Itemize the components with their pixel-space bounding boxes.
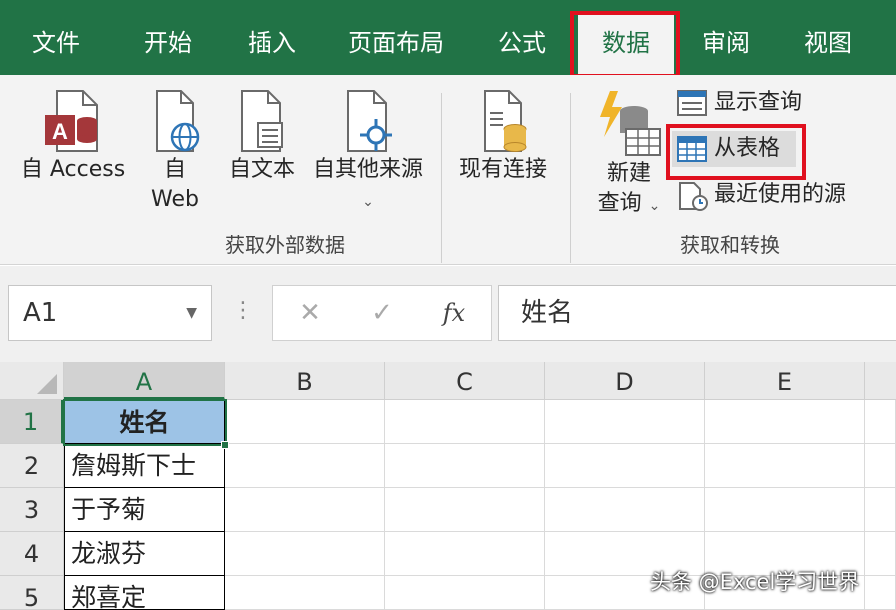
cell-b1[interactable] <box>225 400 385 444</box>
column-header-d[interactable]: D <box>545 362 705 400</box>
formula-input[interactable]: 姓名 <box>498 285 896 341</box>
chevron-down-icon: ⌄ <box>362 194 374 210</box>
cell-a5[interactable]: 郑喜定 <box>64 576 225 610</box>
from-web-button[interactable]: 自 Web <box>142 89 208 215</box>
show-queries-label: 显示查询 <box>714 90 803 115</box>
from-other-sources-label: 自其他来源 <box>312 157 423 182</box>
column-header-b[interactable]: B <box>225 362 385 400</box>
existing-connections-label: 现有连接 <box>458 157 547 182</box>
ribbon-tab-bar: 文件 开始 插入 页面布局 公式 数据 审阅 视图 <box>0 0 896 75</box>
from-web-label-1: 自 <box>163 157 186 182</box>
name-box[interactable]: A1 ▼ <box>8 285 212 341</box>
cell-c2[interactable] <box>385 444 545 488</box>
new-query-button[interactable]: 新建 查询 ⌄ <box>590 89 668 221</box>
tab-view[interactable]: 视图 <box>782 0 874 75</box>
column-header-e[interactable]: E <box>705 362 865 400</box>
cell-c4[interactable] <box>385 532 545 576</box>
from-other-sources-button[interactable]: 自其他来源 ⌄ <box>306 89 430 217</box>
tab-insert[interactable]: 插入 <box>226 0 318 75</box>
cell-b5[interactable] <box>225 576 385 610</box>
group-label-get-and-transform: 获取和转换 <box>680 233 780 257</box>
insert-function-icon[interactable]: fx <box>429 286 479 340</box>
watermark: 头条 @Excel学习世界 <box>650 570 860 594</box>
row-header-5[interactable]: 5 <box>0 576 64 610</box>
tab-page-layout[interactable]: 页面布局 <box>334 0 458 75</box>
from-text-button[interactable]: 自文本 <box>222 89 302 185</box>
group-separator <box>570 93 571 263</box>
from-table-button[interactable]: 从表格 <box>672 131 796 167</box>
formula-bar: A1 ▼ ⋮ ✕ ✓ fx 姓名 <box>0 266 896 362</box>
tab-data[interactable]: 数据 <box>578 12 674 75</box>
show-queries-icon <box>677 90 707 116</box>
cell-c1[interactable] <box>385 400 545 444</box>
splitter-handle[interactable]: ⋮ <box>232 298 254 323</box>
access-file-icon: A <box>45 90 98 152</box>
tab-review[interactable]: 审阅 <box>680 0 772 75</box>
group-label-get-external-data: 获取外部数据 <box>225 233 345 257</box>
recent-sources-icon <box>679 182 708 211</box>
web-file-icon <box>156 90 200 152</box>
table-icon <box>677 136 707 162</box>
ribbon-data: A 自 Access 自 Web 自文本 自其他来源 ⌄ 获取外部数据 现有连接… <box>0 75 896 265</box>
recent-sources-label: 最近使用的源 <box>714 182 847 207</box>
chevron-down-icon[interactable]: ▼ <box>186 286 197 340</box>
enter-icon[interactable]: ✓ <box>357 286 407 340</box>
existing-connections-icon <box>484 90 527 152</box>
row-header-3[interactable]: 3 <box>0 488 64 532</box>
fill-handle[interactable] <box>221 441 229 449</box>
cell-f5[interactable] <box>865 576 896 610</box>
cell-e1[interactable] <box>705 400 865 444</box>
column-header-f[interactable] <box>865 362 896 400</box>
from-web-label-2: Web <box>151 187 199 212</box>
cell-a4[interactable]: 龙淑芬 <box>64 532 225 576</box>
from-table-label: 从表格 <box>714 136 781 161</box>
tab-file[interactable]: 文件 <box>10 0 102 75</box>
show-queries-button[interactable]: 显示查询 <box>672 85 802 121</box>
text-file-icon <box>241 90 283 152</box>
chevron-down-icon: ⌄ <box>648 198 661 214</box>
tab-home[interactable]: 开始 <box>122 0 214 75</box>
cell-d1[interactable] <box>545 400 705 444</box>
cell-f1[interactable] <box>865 400 896 444</box>
select-all-button[interactable] <box>0 362 64 400</box>
tab-formulas[interactable]: 公式 <box>476 0 568 75</box>
from-access-button[interactable]: A 自 Access <box>14 89 132 185</box>
cancel-icon[interactable]: ✕ <box>285 286 335 340</box>
cell-a3[interactable]: 于予菊 <box>64 488 225 532</box>
cell-c3[interactable] <box>385 488 545 532</box>
existing-connections-button[interactable]: 现有连接 <box>448 89 558 185</box>
row-header-4[interactable]: 4 <box>0 532 64 576</box>
from-text-label: 自文本 <box>228 157 295 182</box>
select-all-icon <box>37 374 57 394</box>
new-query-label-1: 新建 <box>606 161 651 186</box>
cell-e3[interactable] <box>705 488 865 532</box>
recent-sources-button[interactable]: 最近使用的源 <box>672 177 846 213</box>
new-query-icon <box>600 91 661 156</box>
cell-f3[interactable] <box>865 488 896 532</box>
cell-b3[interactable] <box>225 488 385 532</box>
cell-c5[interactable] <box>385 576 545 610</box>
cell-d3[interactable] <box>545 488 705 532</box>
name-box-value: A1 <box>23 298 58 328</box>
row-header-2[interactable]: 2 <box>0 444 64 488</box>
cell-a1[interactable]: 姓名 <box>64 400 225 444</box>
column-header-a[interactable]: A <box>64 362 225 400</box>
row-header-1[interactable]: 1 <box>0 400 64 444</box>
group-separator <box>441 93 442 263</box>
cell-e2[interactable] <box>705 444 865 488</box>
cell-f2[interactable] <box>865 444 896 488</box>
formula-buttons: ✕ ✓ fx <box>272 285 492 341</box>
cell-a2[interactable]: 詹姆斯下士 <box>64 444 225 488</box>
from-access-label: 自 Access <box>20 157 126 182</box>
svg-text:A: A <box>52 119 68 144</box>
cell-d2[interactable] <box>545 444 705 488</box>
cell-b4[interactable] <box>225 532 385 576</box>
other-sources-file-icon <box>347 90 392 152</box>
cell-f4[interactable] <box>865 532 896 576</box>
new-query-label-2: 查询 <box>597 191 642 216</box>
cell-b2[interactable] <box>225 444 385 488</box>
column-header-c[interactable]: C <box>385 362 545 400</box>
